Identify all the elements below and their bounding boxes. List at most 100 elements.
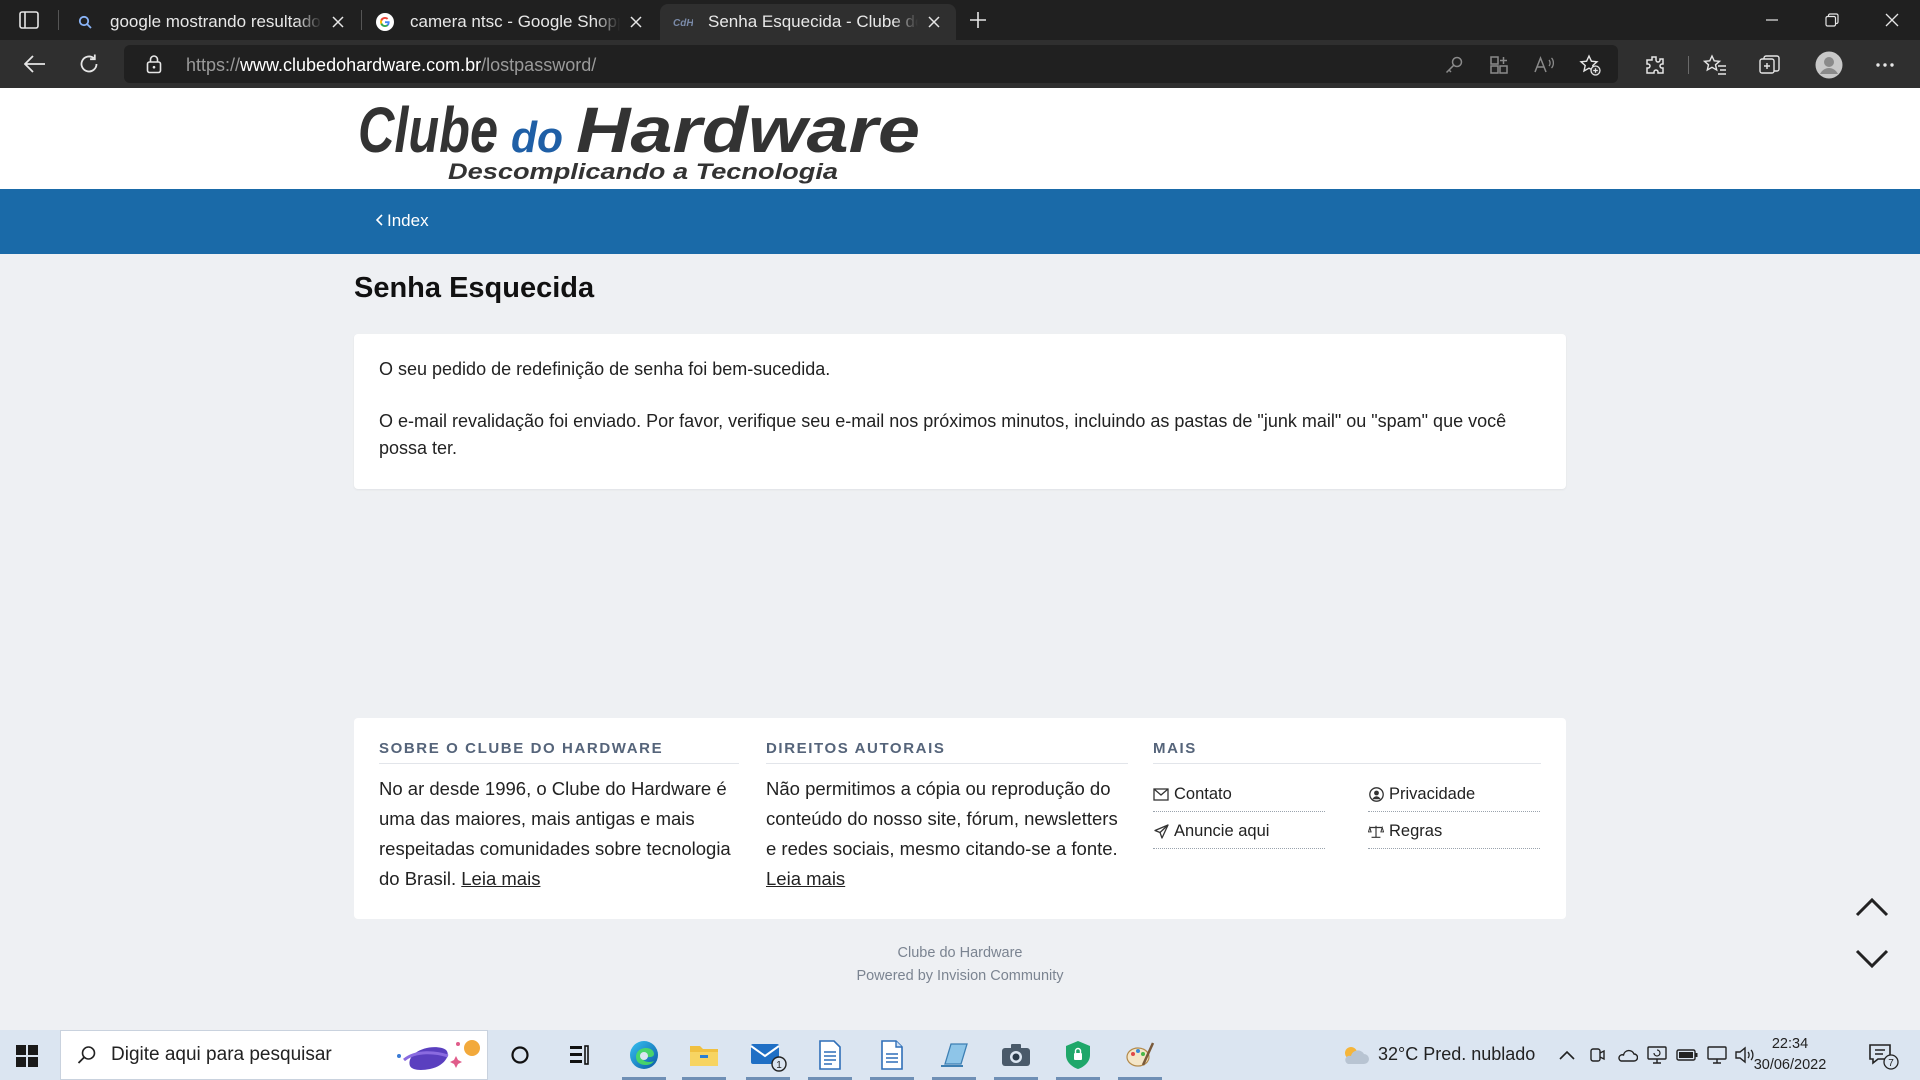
footer-more-heading: MAIS [1153,740,1541,764]
mail-badge-count: 1 [776,1060,782,1071]
logo-tagline: Descomplicando a Tecnologia [448,159,838,184]
svg-text:CdH: CdH [673,18,693,28]
footer-about-text: No ar desde 1996, o Clube do Hardware é … [379,774,739,894]
search-icon [75,1043,99,1067]
close-icon[interactable] [626,12,646,32]
writer-document-icon[interactable] [862,1030,922,1080]
meet-now-icon[interactable] [1586,1044,1608,1066]
address-bar[interactable]: https://www.clubedohardware.com.br/lostp… [124,45,1618,83]
close-icon[interactable] [924,12,944,32]
document-app-icon[interactable] [800,1030,860,1080]
page-title: Senha Esquecida [354,272,595,304]
chevron-up-icon[interactable] [1556,1044,1578,1066]
footer-about: SOBRE O CLUBE DO HARDWARE No ar desde 19… [379,740,739,894]
footer-about-read-more-link[interactable]: Leia mais [461,868,540,889]
tab-senha-esquecida[interactable]: CdH Senha Esquecida - Clube do Hardware [660,4,956,40]
scroll-to-top-icon[interactable] [1852,892,1892,922]
weather-text[interactable]: 32°C Pred. nublado [1378,1044,1535,1065]
url-text: https://www.clubedohardware.com.br/lostp… [186,55,596,76]
footer-link-label: Regras [1389,822,1443,840]
tab-camera-ntsc[interactable]: camera ntsc - Google Shopping [362,4,658,40]
key-icon[interactable] [1442,53,1466,77]
footer-panel: SOBRE O CLUBE DO HARDWARE No ar desde 19… [354,718,1566,919]
success-message: O seu pedido de redefinição de senha foi… [379,359,831,379]
add-favorite-icon[interactable] [1578,53,1602,77]
footer-copyright-text: Não permitimos a cópia ou reprodução do … [766,774,1128,894]
camera-app-icon[interactable] [986,1030,1046,1080]
url-path: /lostpassword/ [481,55,597,75]
site-header: Clube do Hardware Descomplicando a Tecno… [0,88,1920,189]
onedrive-cloud-icon[interactable] [1616,1044,1638,1066]
edge-browser-icon[interactable] [614,1030,674,1080]
search-placeholder: Digite aqui para pesquisar [111,1044,332,1065]
mail-icon[interactable]: 1 [738,1030,798,1080]
footer-powered-by[interactable]: Powered by Invision Community [0,968,1920,984]
toolbar-separator [1688,56,1689,74]
logo-text-clube: Clube [358,94,498,166]
new-tab-button[interactable] [964,6,992,34]
lock-icon[interactable] [146,54,162,79]
breadcrumb-index-link[interactable]: Index [387,211,429,231]
clube-do-hardware-logo[interactable]: Clube do Hardware Descomplicando a Tecno… [356,94,924,184]
search-highlight-art-icon [397,1040,480,1070]
collections-icon[interactable] [1757,52,1783,78]
more-options-icon[interactable] [1872,52,1898,78]
read-aloud-icon[interactable] [1532,53,1556,77]
restore-icon[interactable] [1804,0,1860,40]
footer-about-body: No ar desde 1996, o Clube do Hardware é … [379,778,731,889]
clock-time: 22:34 [1771,1036,1809,1052]
cortana-icon[interactable] [490,1030,550,1080]
back-arrow-icon[interactable] [18,48,52,80]
tab-google-results[interactable]: google mostrando resultados em [62,4,360,40]
footer-link-label: Contato [1174,785,1232,803]
battery-icon[interactable] [1676,1044,1698,1066]
footer-link-regras[interactable]: Regras [1368,815,1540,849]
security-app-icon[interactable] [1048,1030,1108,1080]
footer-link-anuncie-aqui[interactable]: Anuncie aqui [1153,815,1325,849]
logo-text-do: do [511,113,563,162]
task-view-icon[interactable] [550,1030,610,1080]
footer-link-contato[interactable]: Contato [1153,778,1325,812]
notification-count: 7 [1888,1058,1894,1069]
profile-avatar-icon[interactable] [1814,50,1844,80]
google-icon [374,11,396,33]
footer-copyright: DIREITOS AUTORAIS Não permitimos a cópia… [766,740,1128,894]
balance-scale-icon [1368,824,1384,840]
tab-actions-icon[interactable] [16,8,42,32]
notepad-icon[interactable] [924,1030,984,1080]
footer-copyright-read-more-link[interactable]: Leia mais [766,868,845,889]
tab-separator [58,10,59,30]
tab-title: google mostrando resultados em [110,12,322,31]
browser-tab-bar: google mostrando resultados em camera nt… [0,0,1920,40]
footer-link-label: Anuncie aqui [1174,822,1270,840]
tab-title: Senha Esquecida - Clube do Hardware [708,12,918,31]
refresh-icon[interactable] [72,48,106,80]
notification-center-icon[interactable]: 7 [1866,1041,1900,1071]
user-circle-icon [1368,787,1384,803]
footer-copyright-heading: DIREITOS AUTORAIS [766,740,1128,764]
update-monitor-icon[interactable] [1646,1044,1668,1066]
logo-text-hardware: Hardware [576,94,920,166]
minimize-icon[interactable] [1744,0,1800,40]
tab-title: camera ntsc - Google Shopping [410,12,620,31]
paint-app-icon[interactable] [1110,1030,1170,1080]
extensions-icon[interactable] [1642,52,1668,78]
footer-site-name[interactable]: Clube do Hardware [0,945,1920,961]
network-icon[interactable] [1706,1044,1728,1066]
favorites-icon[interactable] [1702,52,1728,78]
weather-cloudy-icon[interactable] [1340,1044,1370,1066]
email-sent-message: O e-mail revalidação foi enviado. Por fa… [379,411,1507,458]
footer-link-privacidade[interactable]: Privacidade [1368,778,1540,812]
close-icon[interactable] [328,12,348,32]
breadcrumb[interactable]: Index [375,211,429,231]
taskbar-clock[interactable]: 22:34 30/06/2022 [1752,1034,1828,1076]
search-icon [74,11,96,33]
windows-taskbar: Digite aqui para pesquisar 1 32°C Pred. … [0,1030,1920,1080]
file-explorer-icon[interactable] [674,1030,734,1080]
windows-start-icon[interactable] [12,1041,42,1071]
close-window-icon[interactable] [1864,0,1920,40]
scroll-to-bottom-icon[interactable] [1852,944,1892,974]
site-nav-bar: Index [0,189,1920,254]
apps-icon[interactable] [1487,53,1511,77]
message-box: O seu pedido de redefinição de senha foi… [354,334,1566,489]
